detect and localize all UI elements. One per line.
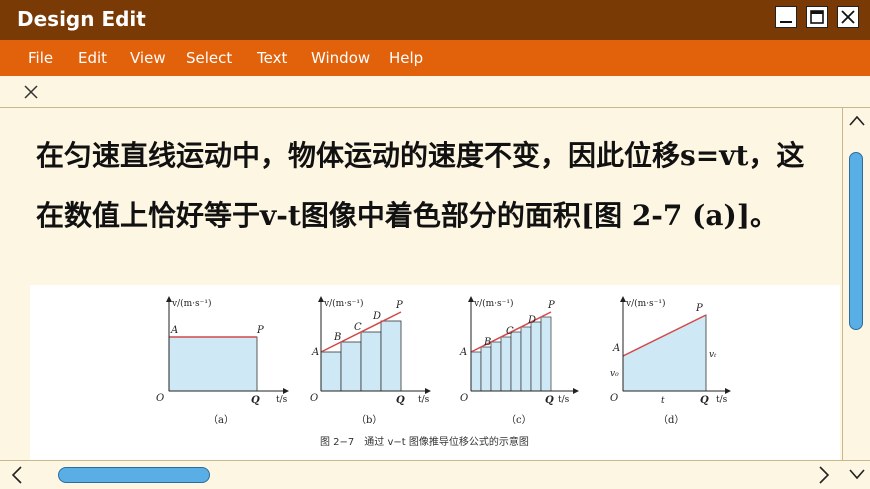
bar-c-8 <box>540 316 552 392</box>
document-area[interactable]: 在匀速直线运动中，物体运动的速度不变，因此位移s=vt，这在数值上恰好等于v-t… <box>0 108 842 460</box>
label-t: t <box>661 396 665 406</box>
graph-b: v/(m·s⁻¹) t/s O A B C D P Q （b） <box>310 296 431 426</box>
maximize-button[interactable] <box>806 6 828 28</box>
horizontal-scroll-thumb[interactable] <box>58 467 210 483</box>
point-q-c: Q <box>545 395 554 406</box>
point-b-b: B <box>333 332 341 343</box>
close-icon <box>841 10 855 24</box>
point-d-b: D <box>372 311 381 322</box>
close-button[interactable] <box>837 6 859 28</box>
scroll-right-icon[interactable] <box>817 465 831 485</box>
origin-b: O <box>310 393 318 404</box>
bar-b-4 <box>380 320 402 392</box>
point-c-c: C <box>506 326 514 337</box>
origin-c: O <box>460 393 468 404</box>
maximize-icon <box>810 10 824 24</box>
minimize-button[interactable] <box>775 6 797 28</box>
menu-view[interactable]: View <box>130 49 166 67</box>
point-b-c: B <box>483 337 491 348</box>
figure-image: v/(m·s⁻¹) t/s O A P Q （a） v/(m·s⁻¹) t/s … <box>30 285 840 460</box>
point-a-b: A <box>311 347 319 358</box>
scroll-left-icon[interactable] <box>10 465 24 485</box>
sub-label-c: （c） <box>506 414 532 426</box>
bar-c-2 <box>480 346 492 392</box>
graph-d: v/(m·s⁻¹) t/s O A P Q v₀ vₜ t （d） <box>610 296 731 426</box>
point-a-d: A <box>612 343 620 354</box>
point-p-a: P <box>256 325 264 336</box>
bar-b-1 <box>320 351 342 392</box>
point-q-d: Q <box>700 395 709 406</box>
close-tab-icon[interactable] <box>22 83 40 101</box>
bar-c-3 <box>490 341 502 392</box>
menu-select[interactable]: Select <box>186 49 232 67</box>
bar-c-1 <box>470 351 482 392</box>
origin-d: O <box>610 393 618 404</box>
label-vt: vₜ <box>709 350 717 360</box>
vertical-scrollbar[interactable] <box>842 108 870 460</box>
sub-label-d: （d） <box>658 414 684 426</box>
figure-svg: v/(m·s⁻¹) t/s O A P Q （a） v/(m·s⁻¹) t/s … <box>156 296 731 448</box>
menu-file[interactable]: File <box>28 49 53 67</box>
t-axis-label-a: t/s <box>276 395 288 405</box>
point-a-c: A <box>459 347 467 358</box>
point-p-b: P <box>395 300 403 311</box>
graph-a: v/(m·s⁻¹) t/s O A P Q （a） <box>156 296 289 426</box>
v-axis-label-b: v/(m·s⁻¹) <box>323 298 364 309</box>
bar-b-2 <box>340 341 362 392</box>
origin-a: O <box>156 393 164 404</box>
title-bar: Design Edit <box>0 0 870 40</box>
point-d-c: D <box>527 315 536 326</box>
figure-caption: 图 2−7 通过 v−t 图像推导位移公式的示意图 <box>320 435 529 448</box>
point-q-a: Q <box>251 395 260 406</box>
menu-bar: File Edit View Select Text Window Help <box>0 40 870 76</box>
menu-window[interactable]: Window <box>311 49 370 67</box>
v-axis-label-d: v/(m·s⁻¹) <box>625 298 666 309</box>
graph-c: v/(m·s⁻¹) t/s O A B C D P Q （c） <box>459 296 579 426</box>
bar-c-7 <box>530 321 542 392</box>
document-paragraph: 在匀速直线运动中，物体运动的速度不变，因此位移s=vt，这在数值上恰好等于v-t… <box>36 139 805 232</box>
bar-c-6 <box>520 326 532 392</box>
tab-bar <box>0 76 870 108</box>
point-a-a: A <box>170 325 178 336</box>
menu-edit[interactable]: Edit <box>78 49 107 67</box>
t-axis-label-b: t/s <box>418 395 430 405</box>
label-v0: v₀ <box>610 369 619 379</box>
v-axis-label-a: v/(m·s⁻¹) <box>171 298 212 309</box>
area-a <box>168 336 258 392</box>
window-title: Design Edit <box>17 7 146 31</box>
point-c-b: C <box>354 322 362 333</box>
v-axis-label-c: v/(m·s⁻¹) <box>473 298 514 309</box>
point-p-c: P <box>547 300 555 311</box>
scroll-up-icon[interactable] <box>848 114 866 128</box>
area-d <box>622 314 707 392</box>
t-axis-label-d: t/s <box>716 395 728 405</box>
bar-b-3 <box>360 331 382 392</box>
bar-c-5 <box>510 331 522 392</box>
point-q-b: Q <box>396 395 405 406</box>
t-axis-label-c: t/s <box>558 395 570 405</box>
menu-text[interactable]: Text <box>257 49 287 67</box>
vertical-scroll-thumb[interactable] <box>849 152 863 330</box>
point-p-d: P <box>695 303 703 314</box>
horizontal-scrollbar[interactable] <box>0 460 870 489</box>
minimize-icon <box>780 21 792 23</box>
menu-help[interactable]: Help <box>389 49 423 67</box>
bar-c-4 <box>500 336 512 392</box>
sub-label-a: （a） <box>208 414 234 426</box>
scroll-down-icon[interactable] <box>848 467 866 481</box>
sub-label-b: （b） <box>356 414 382 426</box>
